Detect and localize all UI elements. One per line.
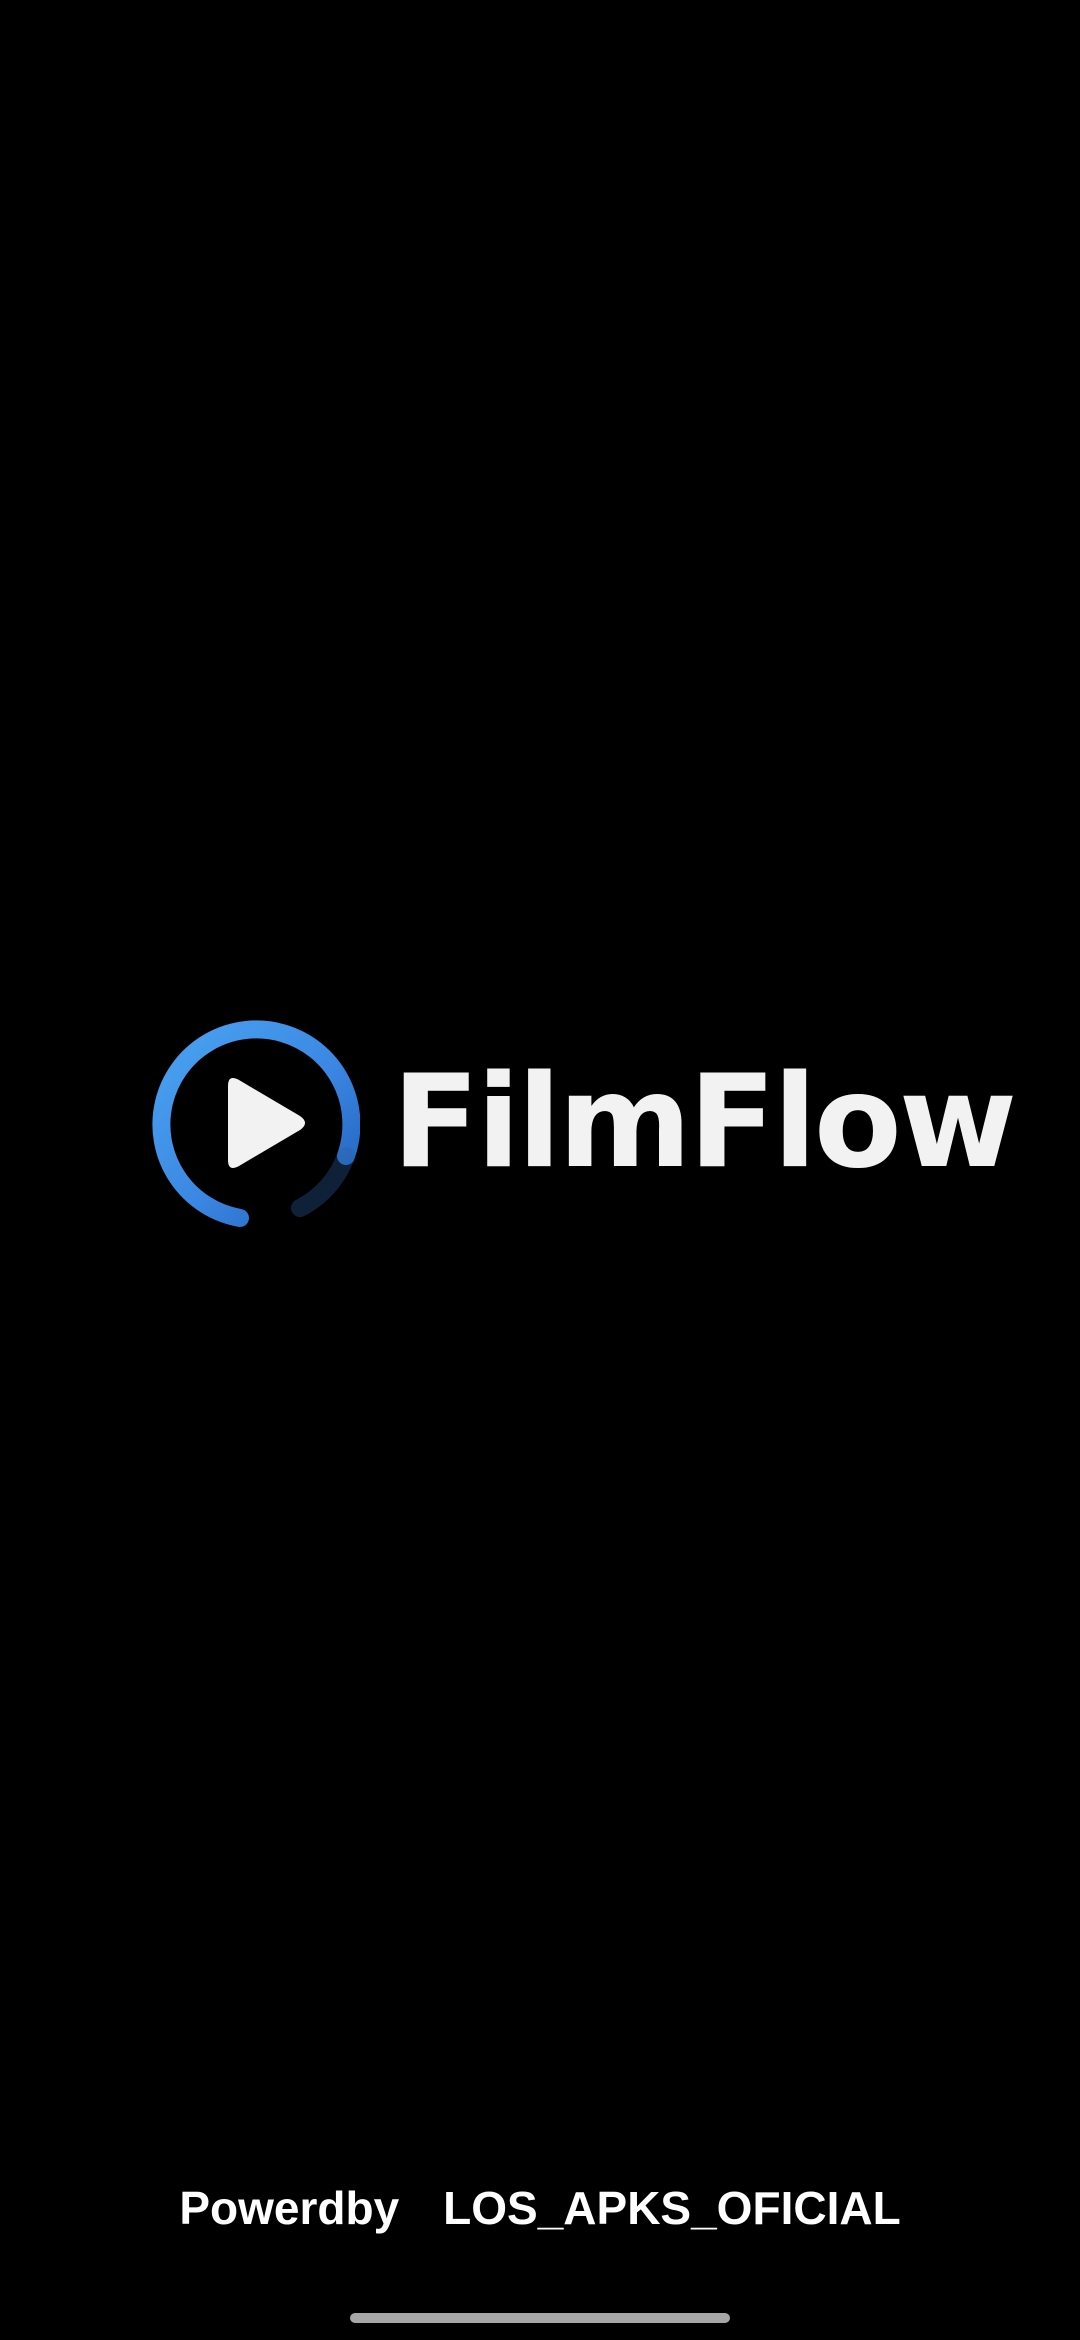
app-name-wordmark: FilmFlow — [392, 1048, 1017, 1197]
powered-by-credit: Powerdby LOS_APKS_OFICIAL — [0, 2180, 1080, 2236]
play-circle-icon — [150, 1018, 360, 1228]
app-logo: FilmFlow — [150, 1018, 1017, 1228]
home-indicator-bar[interactable] — [350, 2313, 730, 2323]
powered-by-label: Powerdby — [179, 2182, 400, 2234]
splash-screen: FilmFlow Powerdby LOS_APKS_OFICIAL — [0, 0, 1080, 2340]
powered-by-name: LOS_APKS_OFICIAL — [443, 2182, 901, 2234]
